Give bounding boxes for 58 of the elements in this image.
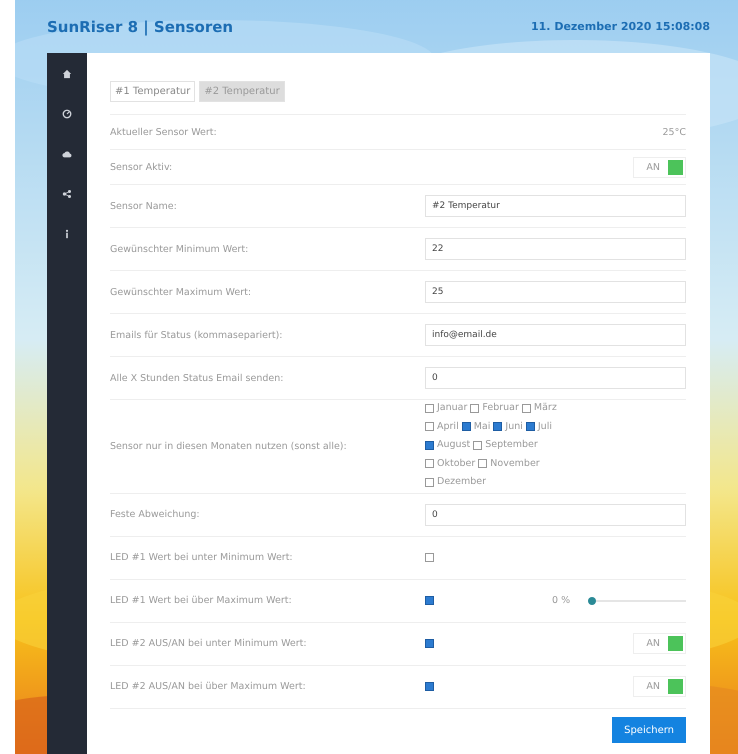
field-label: Gewünschter Maximum Wert: [110, 286, 252, 298]
page-title: SunRiser 8 | Sensoren [47, 18, 234, 36]
cloud-icon[interactable] [62, 149, 72, 159]
month-label: Juni [505, 420, 523, 434]
month-label: Mai [474, 420, 490, 434]
input-field[interactable]: info@email.de [425, 324, 686, 346]
input-field[interactable]: 0 [425, 504, 686, 526]
month-label: März [534, 401, 557, 415]
checkbox[interactable] [526, 422, 535, 431]
checkbox[interactable] [425, 596, 434, 605]
field-label: Sensor Aktiv: [110, 162, 174, 172]
month-label: August [437, 438, 470, 452]
checkbox[interactable] [425, 459, 434, 468]
input-field[interactable]: #2 Temperatur [425, 195, 686, 217]
month-label: April [437, 420, 459, 434]
checkbox[interactable] [493, 422, 502, 431]
month-label: November [490, 456, 540, 470]
share-icon[interactable] [62, 189, 72, 199]
field-label: LED #1 Wert bei über Maximum Wert: [110, 595, 293, 606]
checkbox[interactable] [425, 553, 434, 562]
field-label: Emails für Status (kommasepariert): [110, 330, 284, 340]
checkbox[interactable] [470, 404, 480, 412]
checkbox[interactable] [478, 459, 488, 468]
checkbox[interactable] [522, 404, 531, 412]
field-label: Sensor Name: [110, 200, 178, 212]
month-label: September [485, 438, 538, 452]
checkbox[interactable] [425, 404, 434, 412]
checkbox[interactable] [425, 639, 434, 648]
field-label: LED #2 AUS/AN bei unter Minimum Wert: [110, 638, 308, 649]
checkbox[interactable] [425, 422, 434, 431]
month-label: Dezember [437, 475, 486, 489]
month-label: Juli [538, 420, 552, 434]
field-label: Alle X Stunden Status Email senden: [110, 372, 284, 384]
field-label: LED #1 Wert bei unter Minimum Wert: [110, 552, 294, 563]
slider-thumb[interactable] [588, 596, 596, 604]
month-label: Oktober [437, 456, 476, 470]
checkbox[interactable] [473, 440, 482, 450]
input-field[interactable]: 25 [425, 281, 686, 303]
gauge-icon[interactable] [62, 109, 72, 119]
input-field[interactable]: 0 [425, 367, 686, 389]
sensor-value: 25°C [662, 126, 686, 138]
checkbox[interactable] [462, 422, 471, 431]
slider-reading: 0 % [552, 595, 572, 606]
save-button[interactable]: Speichern [612, 716, 686, 742]
month-label: Februar [482, 401, 519, 415]
checkbox[interactable] [425, 440, 434, 450]
field-label: Aktueller Sensor Wert: [110, 126, 218, 138]
tab[interactable]: #1 Temperatur [110, 81, 196, 102]
month-label: Januar [437, 401, 468, 415]
input-field[interactable]: 22 [425, 238, 686, 260]
field-label: LED #2 AUS/AN bei über Maximum Wert: [110, 681, 307, 692]
home-icon[interactable] [62, 69, 72, 79]
field-label: Feste Abweichung: [110, 509, 201, 520]
field-label: Sensor nur in diesen Monaten nutzen (sonst alle): [110, 440, 348, 452]
field-label: Gewünschter Minimum Wert: [110, 244, 250, 254]
checkbox[interactable] [425, 682, 434, 691]
date-time: 11. Dezember 2020 15:08:08 [531, 20, 710, 33]
checkbox[interactable] [425, 478, 434, 486]
